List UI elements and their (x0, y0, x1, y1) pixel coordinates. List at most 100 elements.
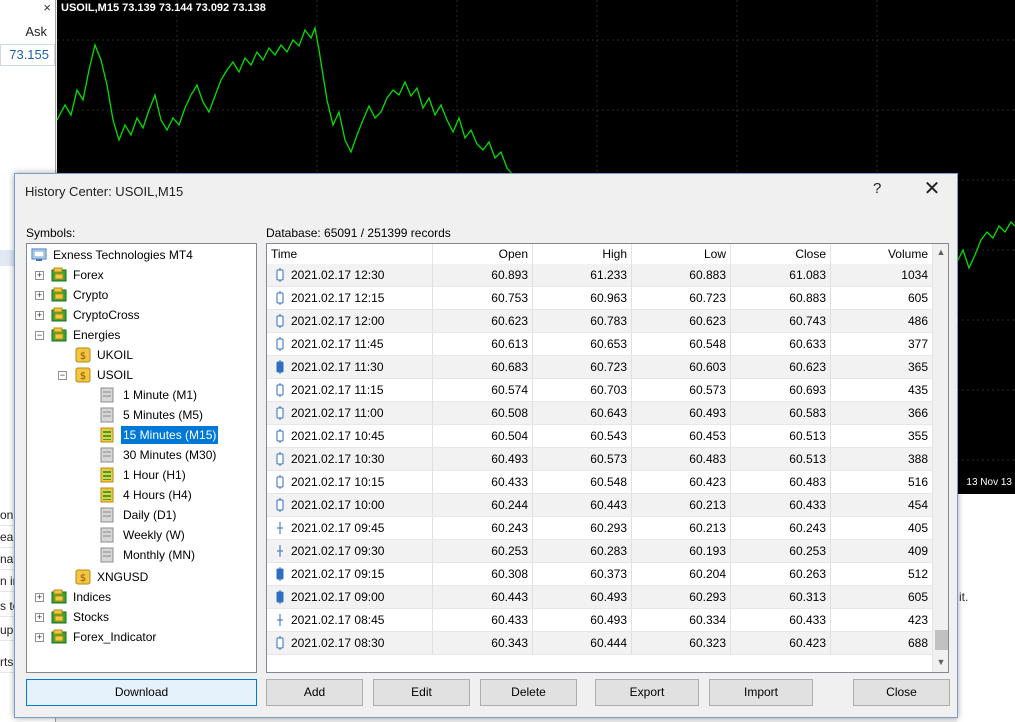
cell-time: 2021.02.17 10:00 (267, 494, 433, 516)
cell-low: 60.204 (632, 563, 731, 585)
cell-open: 60.253 (433, 540, 533, 562)
cell-high: 60.493 (533, 586, 632, 608)
cell-low: 60.213 (632, 494, 731, 516)
cell-close: 60.313 (731, 586, 831, 608)
symbol-coin-icon: $ (75, 347, 91, 363)
collapse-icon[interactable]: − (58, 371, 67, 380)
folder-icon (51, 589, 67, 604)
table-row[interactable]: 2021.02.17 09:30 60.253 60.283 60.193 60.253… (267, 540, 932, 563)
cell-open: 60.613 (433, 333, 533, 355)
doji-candle-icon (277, 522, 283, 534)
column-header-open[interactable]: Open (433, 244, 533, 264)
table-row[interactable]: 2021.02.17 10:00 60.244 60.443 60.213 60.433… (267, 494, 932, 517)
scroll-up-icon[interactable]: ▲ (933, 244, 948, 261)
table-row[interactable]: 2021.02.17 10:30 60.493 60.573 60.483 60.513… (267, 448, 932, 471)
expand-icon[interactable]: + (35, 271, 44, 280)
bull-candle-icon (276, 636, 284, 650)
bull-candle-icon (276, 383, 284, 397)
cell-low: 60.213 (632, 517, 731, 539)
table-row[interactable]: 2021.02.17 11:15 60.574 60.703 60.573 60.693… (267, 379, 932, 402)
cell-volume: 365 (907, 360, 928, 374)
symbols-tree[interactable]: Exness Technologies MT4 + Forex + Crypto… (26, 243, 257, 673)
close-icon[interactable]: ✕ (921, 178, 943, 200)
import-button[interactable]: Import (709, 679, 813, 706)
export-button[interactable]: Export (595, 679, 699, 706)
add-button[interactable]: Add (266, 679, 363, 706)
expand-icon[interactable]: + (35, 291, 44, 300)
cell-close: 60.433 (731, 494, 831, 516)
cell-volume: 423 (907, 613, 928, 627)
ask-price-cell[interactable]: 73.155 (0, 44, 55, 66)
cell-close: 60.253 (731, 540, 831, 562)
column-header-close[interactable]: Close (731, 244, 831, 264)
bull-candle-icon (276, 429, 284, 443)
price-line-right (956, 220, 1015, 270)
column-header-low[interactable]: Low (632, 244, 731, 264)
cell-low: 60.493 (632, 402, 731, 424)
database-records-label: Database: 65091 / 251399 records (266, 226, 451, 240)
scroll-down-icon[interactable]: ▼ (933, 654, 948, 671)
market-watch-close-icon[interactable]: × (43, 0, 51, 15)
expand-icon[interactable]: + (35, 613, 44, 622)
table-row[interactable]: 2021.02.17 12:15 60.753 60.963 60.723 60.883… (267, 287, 932, 310)
cell-high: 60.373 (533, 563, 632, 585)
empty-file-icon (100, 387, 114, 403)
timeframe-label: 4 Hours (H4) (123, 488, 192, 502)
expand-icon[interactable]: + (35, 633, 44, 642)
column-header-volume[interactable]: Volume (831, 244, 932, 264)
delete-button[interactable]: Delete (480, 679, 577, 706)
edit-button[interactable]: Edit (373, 679, 470, 706)
column-header-high[interactable]: High (533, 244, 632, 264)
tree-item-label: Forex_Indicator (73, 630, 157, 644)
cell-open: 60.244 (433, 494, 533, 516)
timeframe-label: Monthly (MN) (123, 548, 196, 562)
table-row[interactable]: 2021.02.17 11:45 60.613 60.653 60.548 60.633… (267, 333, 932, 356)
close-button[interactable]: Close (853, 679, 950, 706)
timeframe-label: 30 Minutes (M30) (123, 448, 217, 462)
cell-low: 60.193 (632, 540, 731, 562)
table-row[interactable]: 2021.02.17 11:00 60.508 60.643 60.493 60.583… (267, 402, 932, 425)
cell-close: 60.243 (731, 517, 831, 539)
cell-time: 2021.02.17 12:00 (267, 310, 433, 332)
table-row[interactable]: 2021.02.17 10:15 60.433 60.548 60.423 60.483… (267, 471, 932, 494)
data-file-icon (100, 487, 114, 503)
table-row[interactable]: 2021.02.17 10:45 60.504 60.543 60.453 60.513… (267, 425, 932, 448)
cell-time: 2021.02.17 08:45 (267, 609, 433, 631)
cell-time: 2021.02.17 08:30 (267, 632, 433, 654)
cell-high: 60.493 (533, 609, 632, 631)
table-row[interactable]: 2021.02.17 12:00 60.623 60.783 60.623 60.743… (267, 310, 932, 333)
cell-low: 60.603 (632, 356, 731, 378)
cell-volume: 605 (907, 590, 928, 604)
scroll-thumb[interactable] (935, 630, 948, 650)
table-row[interactable]: 2021.02.17 09:45 60.243 60.293 60.213 60.243… (267, 517, 932, 540)
cell-high: 60.703 (533, 379, 632, 401)
download-button[interactable]: Download (26, 679, 257, 706)
cell-volume: 516 (907, 475, 928, 489)
cell-high: 60.573 (533, 448, 632, 470)
cell-close: 60.513 (731, 448, 831, 470)
expand-icon[interactable]: + (35, 593, 44, 602)
cell-low: 60.483 (632, 448, 731, 470)
history-table[interactable]: Time Open High Low Close Volume 2021.02.… (266, 243, 949, 673)
folder-icon (51, 327, 67, 342)
tree-item-label: UKOIL (97, 348, 134, 362)
table-row[interactable]: 2021.02.17 12:30 60.893 61.233 60.883 61.083… (267, 264, 932, 287)
table-row[interactable]: 2021.02.17 11:30 60.683 60.723 60.603 60.623… (267, 356, 932, 379)
cell-time: 2021.02.17 09:00 (267, 586, 433, 608)
table-row[interactable]: 2021.02.17 09:00 60.443 60.493 60.293 60.313… (267, 586, 932, 609)
table-row[interactable]: 2021.02.17 09:15 60.308 60.373 60.204 60.263… (267, 563, 932, 586)
column-header-time[interactable]: Time (267, 244, 433, 264)
cell-close: 60.423 (731, 632, 831, 654)
cell-time: 2021.02.17 11:15 (267, 379, 433, 401)
vertical-scrollbar[interactable]: ▲ ▼ (932, 244, 948, 672)
table-row[interactable]: 2021.02.17 08:45 60.433 60.493 60.334 60.433… (267, 609, 932, 632)
empty-file-icon (100, 407, 114, 423)
expand-icon[interactable]: + (35, 311, 44, 320)
table-row[interactable]: 2021.02.17 08:30 60.343 60.444 60.323 60.423… (267, 632, 932, 655)
empty-file-icon (100, 447, 114, 463)
collapse-icon[interactable]: − (35, 331, 44, 340)
timeframe-label: 15 Minutes (M15) (119, 425, 220, 445)
cell-volume: 486 (907, 314, 928, 328)
bull-candle-icon (276, 498, 284, 512)
help-icon[interactable]: ? (873, 180, 887, 197)
